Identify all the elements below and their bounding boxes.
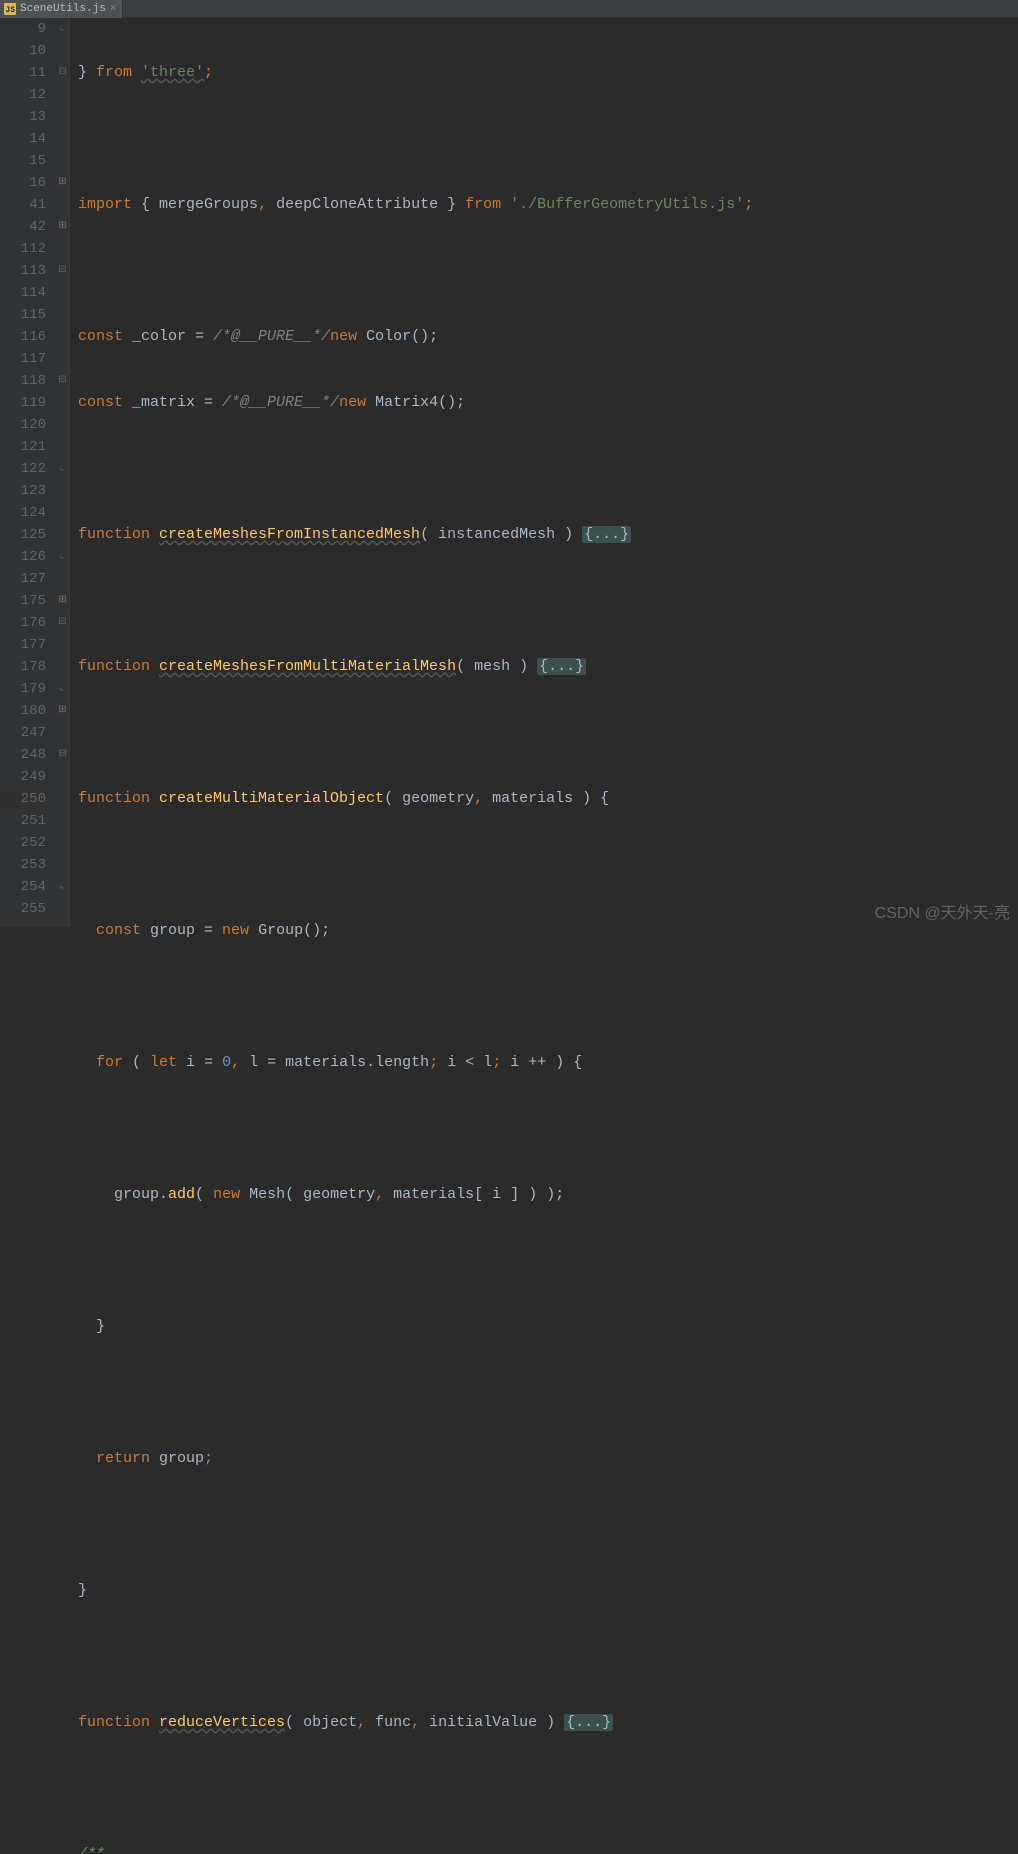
fold-toggle[interactable] bbox=[56, 458, 69, 480]
code-line bbox=[78, 260, 1018, 282]
line-number: 255 bbox=[0, 898, 46, 920]
fold-toggle[interactable] bbox=[56, 744, 69, 766]
line-number: 254 bbox=[0, 876, 46, 898]
code-line: function createMultiMaterialObject( geom… bbox=[78, 788, 1018, 810]
line-number: 115 bbox=[0, 304, 46, 326]
line-number: 12 bbox=[0, 84, 46, 106]
line-number: 177 bbox=[0, 634, 46, 656]
file-tab[interactable]: JS SceneUtils.js × bbox=[0, 0, 123, 18]
code-line: import { mergeGroups, deepCloneAttribute… bbox=[78, 194, 1018, 216]
folded-block[interactable]: {...} bbox=[582, 526, 631, 543]
line-number: 248 bbox=[0, 744, 46, 766]
line-number: 249 bbox=[0, 766, 46, 788]
line-number: 250 bbox=[0, 788, 46, 810]
line-number: 9 bbox=[0, 18, 46, 40]
code-line: function createMeshesFromInstancedMesh( … bbox=[78, 524, 1018, 546]
code-line bbox=[78, 458, 1018, 480]
code-line bbox=[78, 128, 1018, 150]
fold-toggle[interactable] bbox=[56, 546, 69, 568]
fold-toggle[interactable] bbox=[56, 62, 69, 84]
fold-gutter bbox=[56, 18, 70, 927]
fold-toggle[interactable] bbox=[56, 678, 69, 700]
code-line bbox=[78, 1382, 1018, 1404]
line-number: 11 bbox=[0, 62, 46, 84]
code-line: function reduceVertices( object, func, i… bbox=[78, 1712, 1018, 1734]
code-line bbox=[78, 1778, 1018, 1800]
line-number: 120 bbox=[0, 414, 46, 436]
folded-block[interactable]: {...} bbox=[564, 1714, 613, 1731]
line-number: 13 bbox=[0, 106, 46, 128]
line-number: 179 bbox=[0, 678, 46, 700]
line-number: 42 bbox=[0, 216, 46, 238]
code-line bbox=[78, 854, 1018, 876]
line-number: 126 bbox=[0, 546, 46, 568]
tab-bar: JS SceneUtils.js × bbox=[0, 0, 1018, 18]
code-line bbox=[78, 590, 1018, 612]
line-number: 253 bbox=[0, 854, 46, 876]
line-number-gutter: 9101112131415164142112113114115116117118… bbox=[0, 18, 56, 927]
fold-toggle[interactable] bbox=[56, 612, 69, 634]
fold-toggle[interactable] bbox=[56, 590, 69, 612]
code-line: function createMeshesFromMultiMaterialMe… bbox=[78, 656, 1018, 678]
fold-toggle[interactable] bbox=[56, 370, 69, 392]
tab-filename: SceneUtils.js bbox=[20, 3, 106, 15]
line-number: 118 bbox=[0, 370, 46, 392]
js-file-icon: JS bbox=[4, 3, 16, 15]
line-number: 116 bbox=[0, 326, 46, 348]
code-line: const _matrix = /*@__PURE__*/new Matrix4… bbox=[78, 392, 1018, 414]
code-line: group.add( new Mesh( geometry, materials… bbox=[78, 1184, 1018, 1206]
fold-toggle[interactable] bbox=[56, 172, 69, 194]
line-number: 114 bbox=[0, 282, 46, 304]
line-number: 125 bbox=[0, 524, 46, 546]
code-line: } bbox=[78, 1316, 1018, 1338]
code-line bbox=[78, 1646, 1018, 1668]
fold-toggle[interactable] bbox=[56, 700, 69, 722]
close-tab-icon[interactable]: × bbox=[110, 3, 117, 15]
folded-block[interactable]: {...} bbox=[537, 658, 586, 675]
line-number: 178 bbox=[0, 656, 46, 678]
line-number: 251 bbox=[0, 810, 46, 832]
code-line: /** bbox=[78, 1844, 1018, 1854]
code-line: } bbox=[78, 1580, 1018, 1602]
code-line bbox=[78, 1514, 1018, 1536]
line-number: 16 bbox=[0, 172, 46, 194]
line-number: 119 bbox=[0, 392, 46, 414]
code-line: const group = new Group(); bbox=[78, 920, 1018, 942]
code-line: for ( let i = 0, l = materials.length; i… bbox=[78, 1052, 1018, 1074]
editor: 9101112131415164142112113114115116117118… bbox=[0, 18, 1018, 927]
code-line: const _color = /*@__PURE__*/new Color(); bbox=[78, 326, 1018, 348]
line-number: 247 bbox=[0, 722, 46, 744]
line-number: 127 bbox=[0, 568, 46, 590]
line-number: 14 bbox=[0, 128, 46, 150]
line-number: 124 bbox=[0, 502, 46, 524]
line-number: 252 bbox=[0, 832, 46, 854]
line-number: 10 bbox=[0, 40, 46, 62]
fold-toggle[interactable] bbox=[56, 18, 69, 40]
line-number: 175 bbox=[0, 590, 46, 612]
line-number: 117 bbox=[0, 348, 46, 370]
line-number: 176 bbox=[0, 612, 46, 634]
code-line bbox=[78, 722, 1018, 744]
fold-toggle[interactable] bbox=[56, 260, 69, 282]
code-line bbox=[78, 1250, 1018, 1272]
line-number: 15 bbox=[0, 150, 46, 172]
fold-toggle[interactable] bbox=[56, 876, 69, 898]
line-number: 113 bbox=[0, 260, 46, 282]
line-number: 41 bbox=[0, 194, 46, 216]
code-area[interactable]: } from 'three'; import { mergeGroups, de… bbox=[70, 18, 1018, 927]
line-number: 123 bbox=[0, 480, 46, 502]
line-number: 180 bbox=[0, 700, 46, 722]
line-number: 122 bbox=[0, 458, 46, 480]
line-number: 121 bbox=[0, 436, 46, 458]
fold-toggle[interactable] bbox=[56, 216, 69, 238]
code-line bbox=[78, 1118, 1018, 1140]
code-line: return group; bbox=[78, 1448, 1018, 1470]
code-line: } from 'three'; bbox=[78, 62, 1018, 84]
code-line bbox=[78, 986, 1018, 1008]
line-number: 112 bbox=[0, 238, 46, 260]
